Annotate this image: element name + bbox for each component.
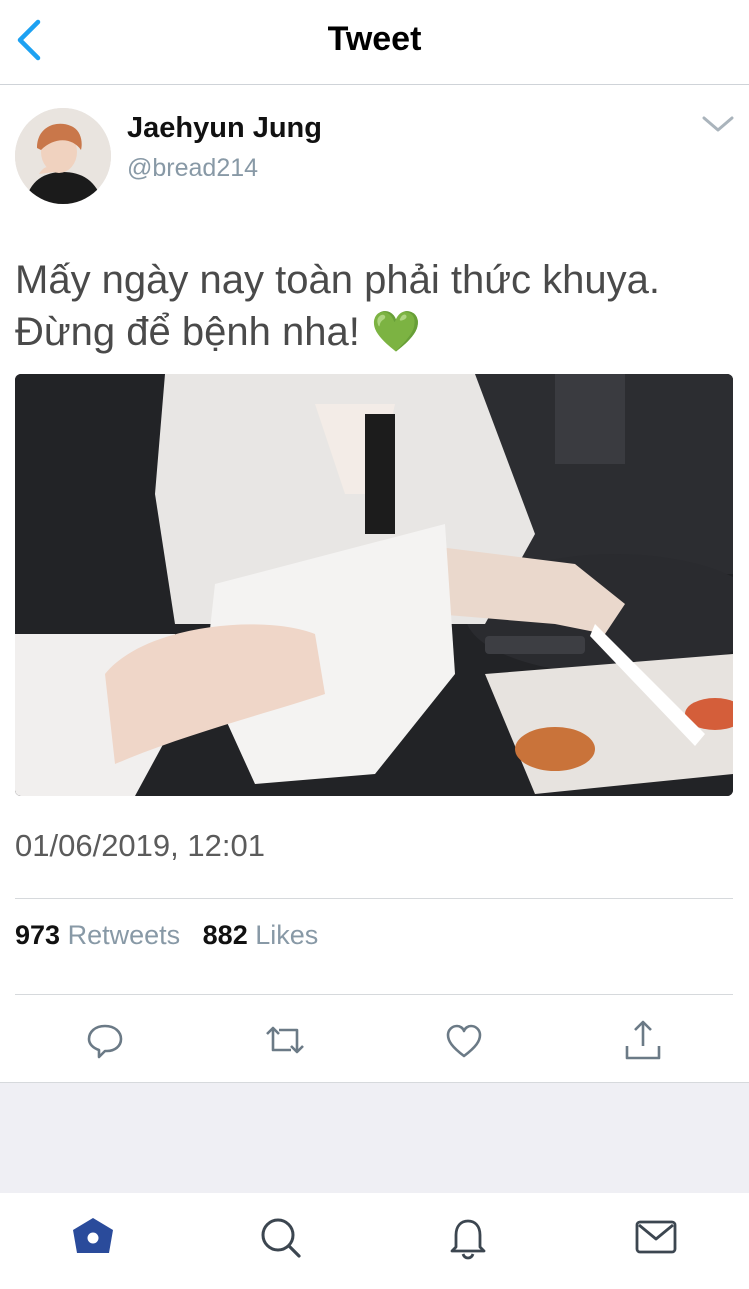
search-icon <box>261 1218 301 1258</box>
retweet-icon <box>266 1026 304 1054</box>
tab-search[interactable] <box>256 1213 304 1261</box>
divider <box>15 898 733 899</box>
divider <box>15 994 733 995</box>
page-title: Tweet <box>327 20 422 58</box>
tab-notifications[interactable] <box>444 1213 492 1261</box>
author-handle[interactable]: @bread214 <box>127 154 258 183</box>
avatar-image <box>15 108 111 204</box>
tweet-stats: 973 Retweets 882 Likes <box>15 920 318 951</box>
likes-stat[interactable]: 882 Likes <box>203 920 319 950</box>
like-icon <box>446 1024 482 1058</box>
empty-content-area <box>0 1082 749 1194</box>
reply-button[interactable] <box>81 1016 129 1064</box>
tweet-menu-button[interactable] <box>700 110 736 138</box>
share-button[interactable] <box>619 1016 667 1064</box>
avatar[interactable] <box>15 108 111 204</box>
reply-icon <box>87 1024 123 1059</box>
author-name[interactable]: Jaehyun Jung <box>127 112 322 145</box>
photo-image <box>15 374 733 796</box>
chevron-down-icon <box>702 116 734 132</box>
likes-count: 882 <box>202 920 248 950</box>
tab-messages[interactable] <box>632 1213 680 1261</box>
tweet-timestamp: 01/06/2019, 12:01 <box>15 828 265 863</box>
tab-home[interactable] <box>69 1213 117 1261</box>
retweets-count: 973 <box>15 920 61 950</box>
home-icon <box>73 1218 113 1253</box>
share-icon <box>625 1020 661 1060</box>
tweet-actions-bar <box>0 1010 749 1070</box>
retweet-button[interactable] <box>261 1016 309 1064</box>
retweets-label: Retweets <box>67 920 181 950</box>
messages-icon <box>635 1220 677 1254</box>
notifications-icon <box>450 1219 486 1260</box>
tweet-photo[interactable] <box>15 374 733 796</box>
retweets-stat[interactable]: 973 Retweets <box>15 920 180 950</box>
tweet-text: Mấy ngày nay toàn phải thức khuya. Đừng … <box>15 258 660 354</box>
likes-label: Likes <box>255 920 319 950</box>
bottom-tab-bar <box>0 1193 749 1289</box>
top-nav-bar: Tweet <box>0 0 749 85</box>
like-button[interactable] <box>440 1016 488 1064</box>
